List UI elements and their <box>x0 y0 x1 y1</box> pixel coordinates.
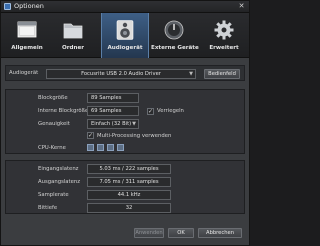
app-icon <box>4 3 11 10</box>
tab-bar: Allgemein Ordner Audiogerät Externe Gerä… <box>1 13 249 58</box>
window-icon <box>17 21 37 38</box>
tab-erweitert[interactable]: Erweitert <box>203 13 245 58</box>
output-latency-value: 7.05 ms / 311 samples <box>87 177 171 187</box>
internal-block-size-label: Interne Blockgröße <box>38 108 89 114</box>
precision-select[interactable]: Einfach (32 Bit) ▼ <box>87 119 139 129</box>
lock-checkbox[interactable]: ✓ <box>147 107 154 115</box>
bit-depth-value: 32 <box>87 203 171 213</box>
sample-rate-label: Samplerate <box>38 192 69 198</box>
precision-value: Einfach (32 Bit) <box>91 121 132 127</box>
tab-allgemein[interactable]: Allgemein <box>7 13 47 58</box>
lock-label: Verriegeln <box>157 108 184 114</box>
multiprocessing-checkbox[interactable]: ✓ <box>87 132 94 139</box>
multiprocessing-label: Multi-Processing verwenden <box>97 133 172 139</box>
latency-group: Eingangslatenz 5.03 ms / 222 samples Aus… <box>5 160 245 214</box>
output-latency-label: Ausgangslatenz <box>38 179 81 185</box>
sample-rate-value: 44.1 kHz <box>87 190 171 200</box>
tab-ordner[interactable]: Ordner <box>53 13 93 58</box>
close-icon[interactable]: ✕ <box>237 2 246 11</box>
tab-externe-geraete[interactable]: Externe Geräte <box>151 13 199 58</box>
tab-label: Erweitert <box>209 45 239 51</box>
cpu-core-toggle[interactable] <box>97 144 104 151</box>
cpu-core-toggle[interactable] <box>87 144 94 151</box>
audio-device-label: Audiogerät <box>9 70 39 76</box>
gear-icon <box>214 20 234 40</box>
cpu-cores-label: CPU-Kerne <box>38 145 66 151</box>
window-title: Optionen <box>14 2 44 10</box>
dialog-buttons: Anwenden OK Abbrechen <box>1 222 249 245</box>
audio-device-value: Focusrite USB 2.0 Audio Driver <box>81 71 161 77</box>
knob-icon <box>164 20 184 40</box>
tab-label: Audiogerät <box>107 45 143 51</box>
speaker-icon <box>116 20 134 40</box>
input-latency-value: 5.03 ms / 222 samples <box>87 164 171 174</box>
bit-depth-label: Bittiefe <box>38 205 58 211</box>
tab-label: Externe Geräte <box>151 45 199 51</box>
block-size-label: Blockgröße <box>38 95 68 101</box>
cpu-core-toggle[interactable] <box>107 144 114 151</box>
control-panel-button[interactable]: Bedienfeld <box>204 69 240 79</box>
audio-device-row: Audiogerät Focusrite USB 2.0 Audio Drive… <box>5 65 245 81</box>
settings-group: Blockgröße 89 Samples Interne Blockgröße… <box>5 89 245 154</box>
cpu-core-toggle[interactable] <box>117 144 124 151</box>
tab-label: Allgemein <box>11 45 43 51</box>
audio-device-select[interactable]: Focusrite USB 2.0 Audio Driver ▼ <box>46 69 196 79</box>
tab-audiogeraet[interactable]: Audiogerät <box>101 13 149 58</box>
apply-button[interactable]: Anwenden <box>134 228 164 238</box>
folder-icon <box>63 23 83 39</box>
input-latency-label: Eingangslatenz <box>38 166 79 172</box>
chevron-down-icon: ▼ <box>132 121 136 127</box>
precision-label: Genauigkeit <box>38 121 70 127</box>
block-size-field[interactable]: 89 Samples <box>87 93 139 103</box>
chevron-down-icon: ▼ <box>189 71 193 77</box>
cancel-button[interactable]: Abbrechen <box>198 228 242 238</box>
options-window: Optionen ✕ Allgemein Ordner Audiogerät E… <box>0 0 250 246</box>
internal-block-size-field[interactable]: 69 Samples <box>87 106 139 116</box>
ok-button[interactable]: OK <box>168 228 194 238</box>
title-bar[interactable]: Optionen ✕ <box>1 1 249 13</box>
tab-label: Ordner <box>61 45 85 51</box>
